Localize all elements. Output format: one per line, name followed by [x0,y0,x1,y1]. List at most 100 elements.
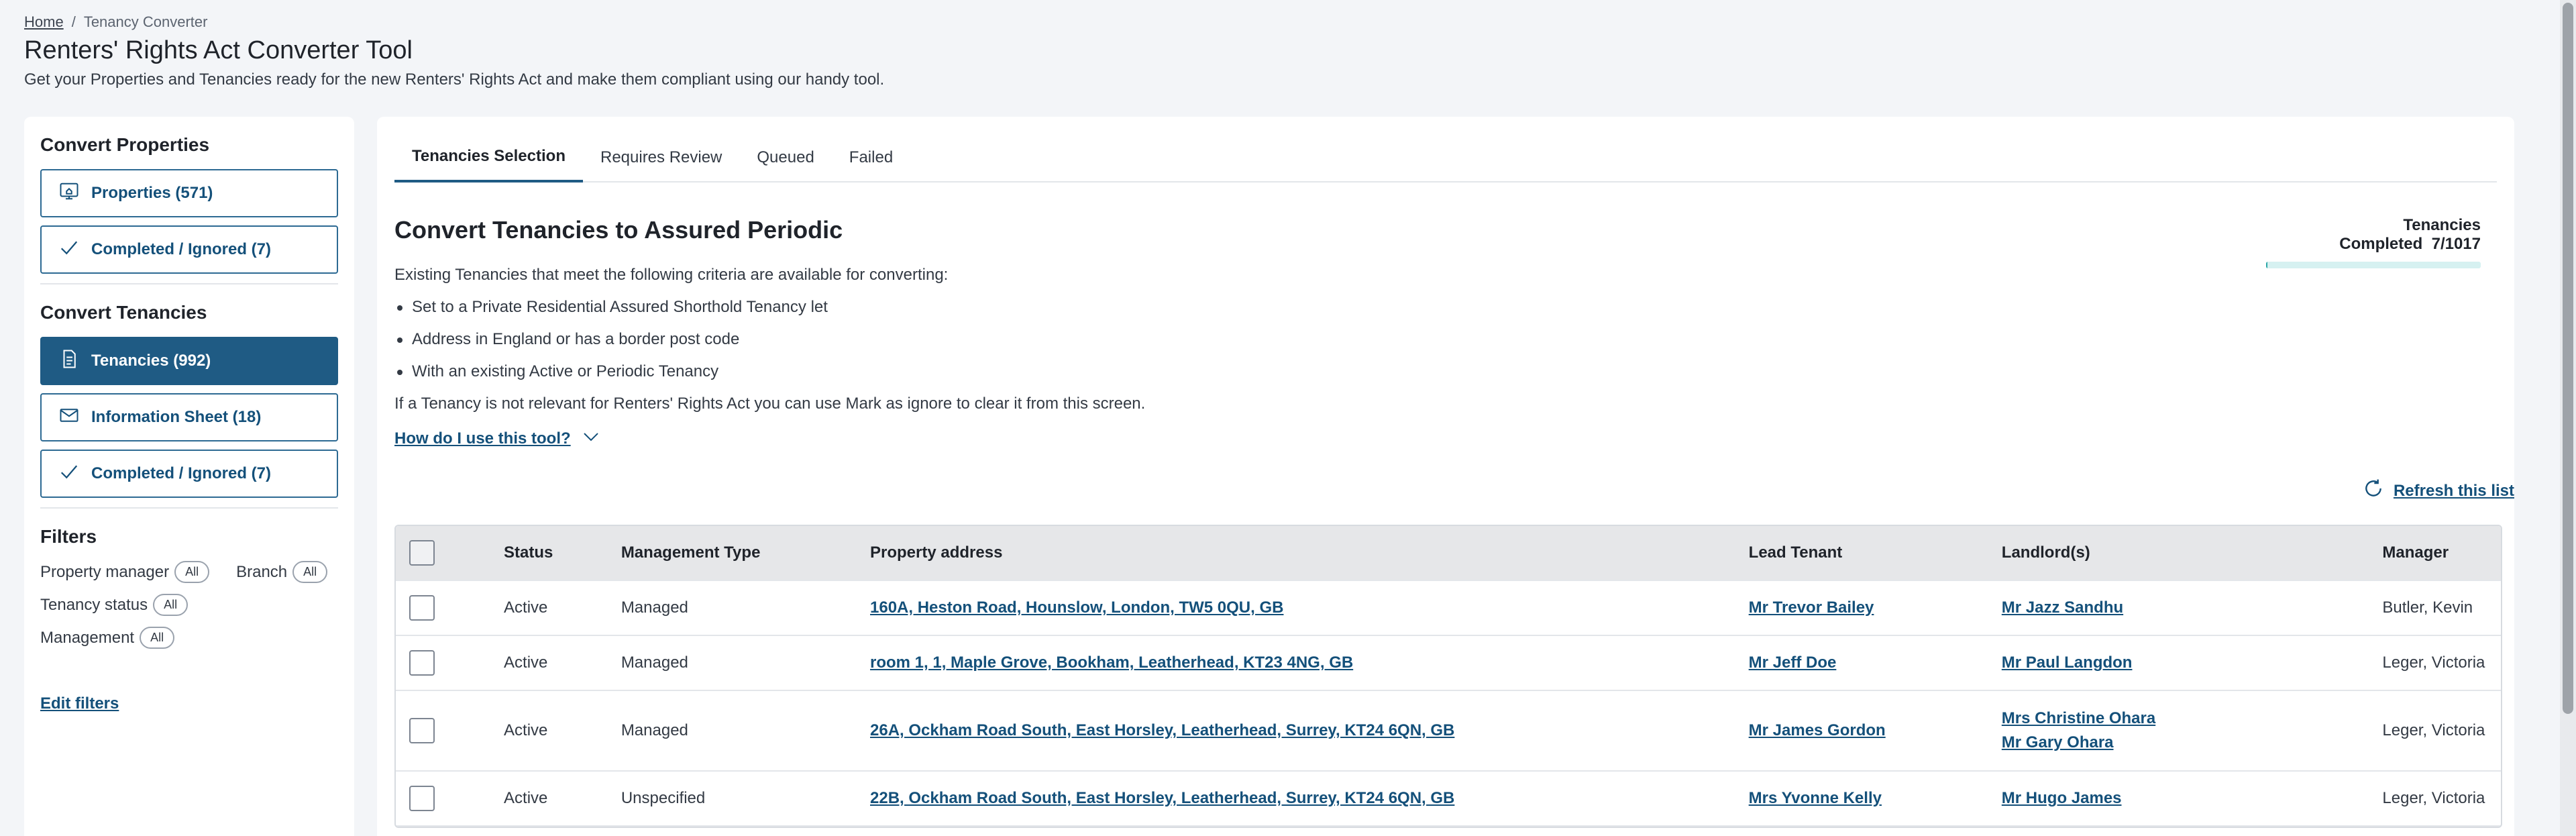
information-sheet-label: Information Sheet (18) [91,408,262,426]
sidebar-divider [40,507,338,509]
property-address-link[interactable]: 26A, Ockham Road South, East Horsley, Le… [870,721,1454,739]
tenancies-progress: Tenancies Completed 7/1017 [2266,216,2481,268]
tab-queued[interactable]: Queued [739,133,831,182]
properties-completed-button[interactable]: Completed / Ignored (7) [40,225,338,274]
progress-track [2266,262,2481,268]
scrollbar-thumb[interactable] [2563,3,2573,714]
sidebar-divider [40,283,338,284]
column-header-landlords: Landlord(s) [2001,543,2090,562]
column-header-manager: Manager [2382,543,2449,562]
section-title: Convert Tenancies to Assured Periodic [394,216,843,244]
progress-value: 7/1017 [2431,235,2481,253]
landlord-link[interactable]: Mr Paul Langdon [2002,654,2368,672]
landlord-link[interactable]: Mrs Christine Ohara [2002,709,2368,728]
table-row: Active Managed room 1, 1, Maple Grove, B… [396,636,2501,691]
tenancies-table: Status Management Type Property address … [394,525,2502,828]
row-checkbox[interactable] [409,650,435,676]
criteria-block: Existing Tenancies that meet the followi… [394,259,1145,420]
table-row: Active Managed 26A, Ockham Road South, E… [396,691,2501,772]
status-cell: Active [504,721,548,739]
manager-cell: Leger, Victoria [2382,789,2485,807]
tenancy-status-filter-pill[interactable]: All [153,594,189,616]
property-manager-filter-pill[interactable]: All [174,561,210,583]
management-type-cell: Managed [621,654,688,672]
criteria-item: With an existing Active or Periodic Tena… [394,356,1145,388]
column-header-property-address: Property address [870,543,1003,562]
convert-tenancies-heading: Convert Tenancies [40,302,207,323]
home-search-icon [59,181,79,206]
manager-cell: Leger, Victoria [2382,654,2485,672]
column-header-status: Status [504,543,553,562]
landlord-link[interactable]: Mr Jazz Sandhu [2002,598,2368,617]
management-filter-label: Management [40,628,135,647]
landlord-link[interactable]: Mr Hugo James [2002,789,2368,808]
tenancies-button-label: Tenancies (992) [91,352,211,370]
main-panel: Tenancies Selection Requires Review Queu… [377,117,2514,836]
management-type-cell: Unspecified [621,789,706,807]
chevron-down-icon [582,429,600,448]
properties-completed-label: Completed / Ignored (7) [91,240,272,258]
landlord-link[interactable]: Mr Gary Ohara [2002,733,2368,752]
properties-button[interactable]: Properties (571) [40,169,338,217]
property-address-link[interactable]: 160A, Heston Road, Hounslow, London, TW5… [870,598,1283,617]
management-type-cell: Managed [621,598,688,617]
table-header-row: Status Management Type Property address … [396,526,2501,581]
page-scrollbar[interactable] [2560,0,2576,836]
property-address-link[interactable]: room 1, 1, Maple Grove, Bookham, Leather… [870,654,1353,672]
table-row: Active Unspecified 22B, Ockham Road Sout… [396,772,2501,827]
tenancies-completed-label: Completed / Ignored (7) [91,464,272,482]
status-cell: Active [504,789,548,807]
branch-filter-pill[interactable]: All [292,561,328,583]
property-address-link[interactable]: 22B, Ockham Road South, East Horsley, Le… [870,789,1454,807]
edit-filters-link[interactable]: Edit filters [40,694,119,713]
filter-row: Management All [40,627,338,649]
breadcrumb: Home / Tenancy Converter [24,13,207,31]
column-header-management-type: Management Type [621,543,761,562]
tenancies-completed-button[interactable]: Completed / Ignored (7) [40,450,338,498]
row-checkbox[interactable] [409,786,435,811]
information-sheet-button[interactable]: Information Sheet (18) [40,393,338,441]
lead-tenant-link[interactable]: Mrs Yvonne Kelly [1749,789,1882,807]
criteria-item: Address in England or has a border post … [394,323,1145,356]
tab-failed[interactable]: Failed [832,133,910,182]
manager-cell: Butler, Kevin [2382,598,2473,617]
status-cell: Active [504,654,548,672]
filters-title: Filters [40,526,97,547]
tenancies-button[interactable]: Tenancies (992) [40,337,338,385]
progress-fill [2266,262,2268,268]
manager-cell: Leger, Victoria [2382,721,2485,739]
criteria-item: Set to a Private Residential Assured Sho… [394,291,1145,323]
check-icon [59,462,79,486]
check-icon [59,238,79,262]
filter-row: Property manager All Branch All [40,561,338,583]
sidebar: Convert Properties Properties (571) Comp… [24,117,354,836]
document-icon [59,349,79,374]
breadcrumb-home-link[interactable]: Home [24,13,64,31]
criteria-intro: Existing Tenancies that meet the followi… [394,266,949,284]
breadcrumb-separator: / [71,13,76,30]
management-filter-pill[interactable]: All [140,627,175,649]
lead-tenant-link[interactable]: Mr James Gordon [1749,721,1886,739]
select-all-checkbox[interactable] [409,540,435,566]
envelope-icon [59,405,79,430]
filter-row: Tenancy status All [40,594,338,616]
row-checkbox[interactable] [409,718,435,743]
row-checkbox[interactable] [409,595,435,621]
page-title: Renters' Rights Act Converter Tool [24,36,413,64]
criteria-list: Set to a Private Residential Assured Sho… [394,291,1145,388]
tab-tenancies-selection[interactable]: Tenancies Selection [394,133,583,182]
breadcrumb-current: Tenancy Converter [83,13,208,30]
column-header-lead-tenant: Lead Tenant [1748,543,1843,562]
branch-filter-label: Branch [236,562,288,581]
management-type-cell: Managed [621,721,688,739]
tab-requires-review[interactable]: Requires Review [583,133,739,182]
refresh-list-button[interactable]: Refresh this list [2363,478,2514,504]
refresh-icon [2363,478,2384,504]
how-to-use-toggle[interactable]: How do I use this tool? [394,429,600,448]
property-manager-filter-label: Property manager [40,562,170,581]
how-to-use-label: How do I use this tool? [394,429,571,448]
properties-button-label: Properties (571) [91,184,213,202]
lead-tenant-link[interactable]: Mr Trevor Bailey [1749,598,1874,617]
table-row: Active Managed 160A, Heston Road, Hounsl… [396,581,2501,636]
lead-tenant-link[interactable]: Mr Jeff Doe [1749,654,1837,672]
